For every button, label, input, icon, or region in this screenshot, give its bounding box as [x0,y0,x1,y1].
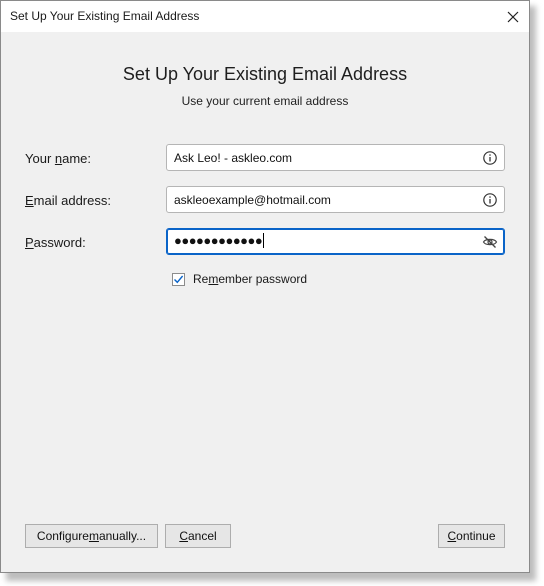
title-bar: Set Up Your Existing Email Address [1,1,529,32]
info-icon[interactable] [482,150,498,166]
name-value: Ask Leo! - askleo.com [174,151,293,165]
password-value: ●●●●●●●●●●●● [174,233,265,248]
name-label: Your name: [25,151,92,166]
remember-password-row: Remember password [172,272,307,286]
configure-manually-button[interactable]: Configure m anually... [25,524,158,548]
password-label: Password: [25,235,86,250]
email-value: askleoexample@hotmail.com [174,193,331,207]
close-button[interactable] [497,1,529,32]
email-field[interactable]: askleoexample@hotmail.com [166,186,505,213]
continue-button[interactable]: Continue [438,524,505,548]
checkmark-icon [174,275,184,283]
page-title: Set Up Your Existing Email Address [122,64,408,84]
email-label: Email address: [25,193,111,208]
dialog-window: Set Up Your Existing Email Address Set U… [0,0,530,573]
password-field[interactable]: ●●●●●●●●●●●● [166,228,505,255]
info-icon[interactable] [482,192,498,208]
close-icon [507,11,519,22]
text-caret [263,233,265,248]
window-title: Set Up Your Existing Email Address [10,9,200,23]
name-field[interactable]: Ask Leo! - askleo.com [166,144,505,171]
remember-password-label[interactable]: Remember password [193,272,307,286]
cancel-button[interactable]: Cancel [165,524,231,548]
remember-password-checkbox[interactable] [172,272,185,286]
eye-slash-icon[interactable] [482,234,498,250]
page-subtitle: Use your current email address [181,94,349,108]
